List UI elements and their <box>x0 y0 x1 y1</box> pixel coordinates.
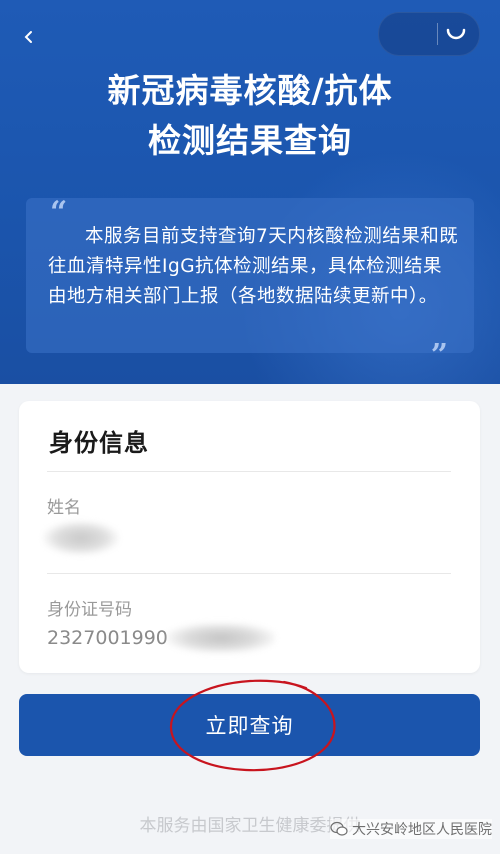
capsule-divider <box>437 23 438 45</box>
query-button[interactable]: 立即查询 <box>19 694 480 756</box>
close-icon[interactable] <box>445 24 467 44</box>
blurred-id-value <box>167 623 275 653</box>
page-title: 新冠病毒核酸/抗体 检测结果查询 <box>0 66 500 166</box>
wechat-icon <box>330 821 348 836</box>
name-label: 姓名 <box>47 498 81 518</box>
watermark: 大兴安岭地区人民医院 <box>330 819 492 839</box>
identity-card: 身份信息 姓名 身份证号码 2327001990 <box>19 401 480 673</box>
watermark-text: 大兴安岭地区人民医院 <box>352 822 492 838</box>
divider <box>47 471 451 472</box>
header-banner: 新冠病毒核酸/抗体 检测结果查询 “ 本服务目前支持查询7天内核酸检测结果和既往… <box>0 0 500 384</box>
title-line-1: 新冠病毒核酸/抗体 <box>107 71 393 110</box>
title-line-2: 检测结果查询 <box>148 121 352 160</box>
notice-text: 本服务目前支持查询7天内核酸检测结果和既往血清特异性IgG抗体检测结果，具体检测… <box>48 226 459 307</box>
back-icon[interactable] <box>22 30 36 44</box>
quote-close-icon: ” <box>430 338 448 373</box>
card-title: 身份信息 <box>49 429 149 457</box>
id-number-field[interactable]: 2327001990 <box>47 627 168 649</box>
mini-program-capsule[interactable] <box>378 12 480 56</box>
divider <box>47 573 451 574</box>
id-label: 身份证号码 <box>47 600 132 620</box>
blurred-name-value <box>43 521 119 555</box>
